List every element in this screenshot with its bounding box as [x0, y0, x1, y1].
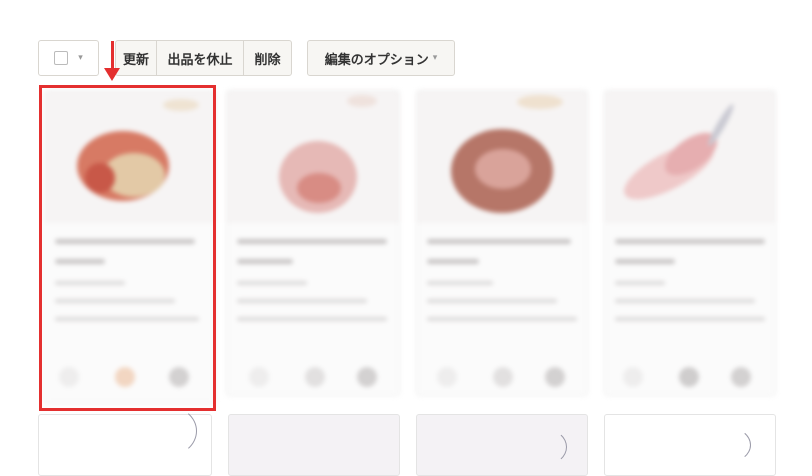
edit-options-dropdown[interactable]: 編集のオプション ▾	[307, 40, 455, 76]
edit-options-label: 編集のオプション	[324, 52, 429, 68]
listing-card[interactable]	[226, 90, 400, 396]
delete-button[interactable]: 削除	[243, 40, 292, 76]
listing-thumbnail	[605, 91, 775, 223]
listing-thumbnail	[227, 91, 399, 223]
listing-card[interactable]	[604, 90, 776, 396]
checkbox-icon[interactable]	[54, 51, 69, 65]
chevron-down-icon: ▾	[432, 53, 438, 63]
listing-thumbnail	[45, 91, 215, 223]
listing-card[interactable]	[44, 90, 216, 404]
chevron-down-icon: ▾	[78, 53, 83, 63]
annotation-arrow	[111, 41, 114, 71]
listing-card[interactable]	[604, 414, 776, 476]
listing-card[interactable]	[38, 405, 212, 476]
select-all-dropdown[interactable]: ▾	[38, 40, 99, 76]
listing-card[interactable]	[228, 414, 400, 476]
pause-listing-button[interactable]: 出品を休止	[156, 40, 244, 76]
arrow-down-icon	[104, 68, 120, 81]
listing-card[interactable]	[416, 414, 588, 476]
listing-card[interactable]	[416, 90, 588, 396]
update-button[interactable]: 更新	[115, 40, 157, 76]
listing-thumbnail	[417, 91, 587, 223]
